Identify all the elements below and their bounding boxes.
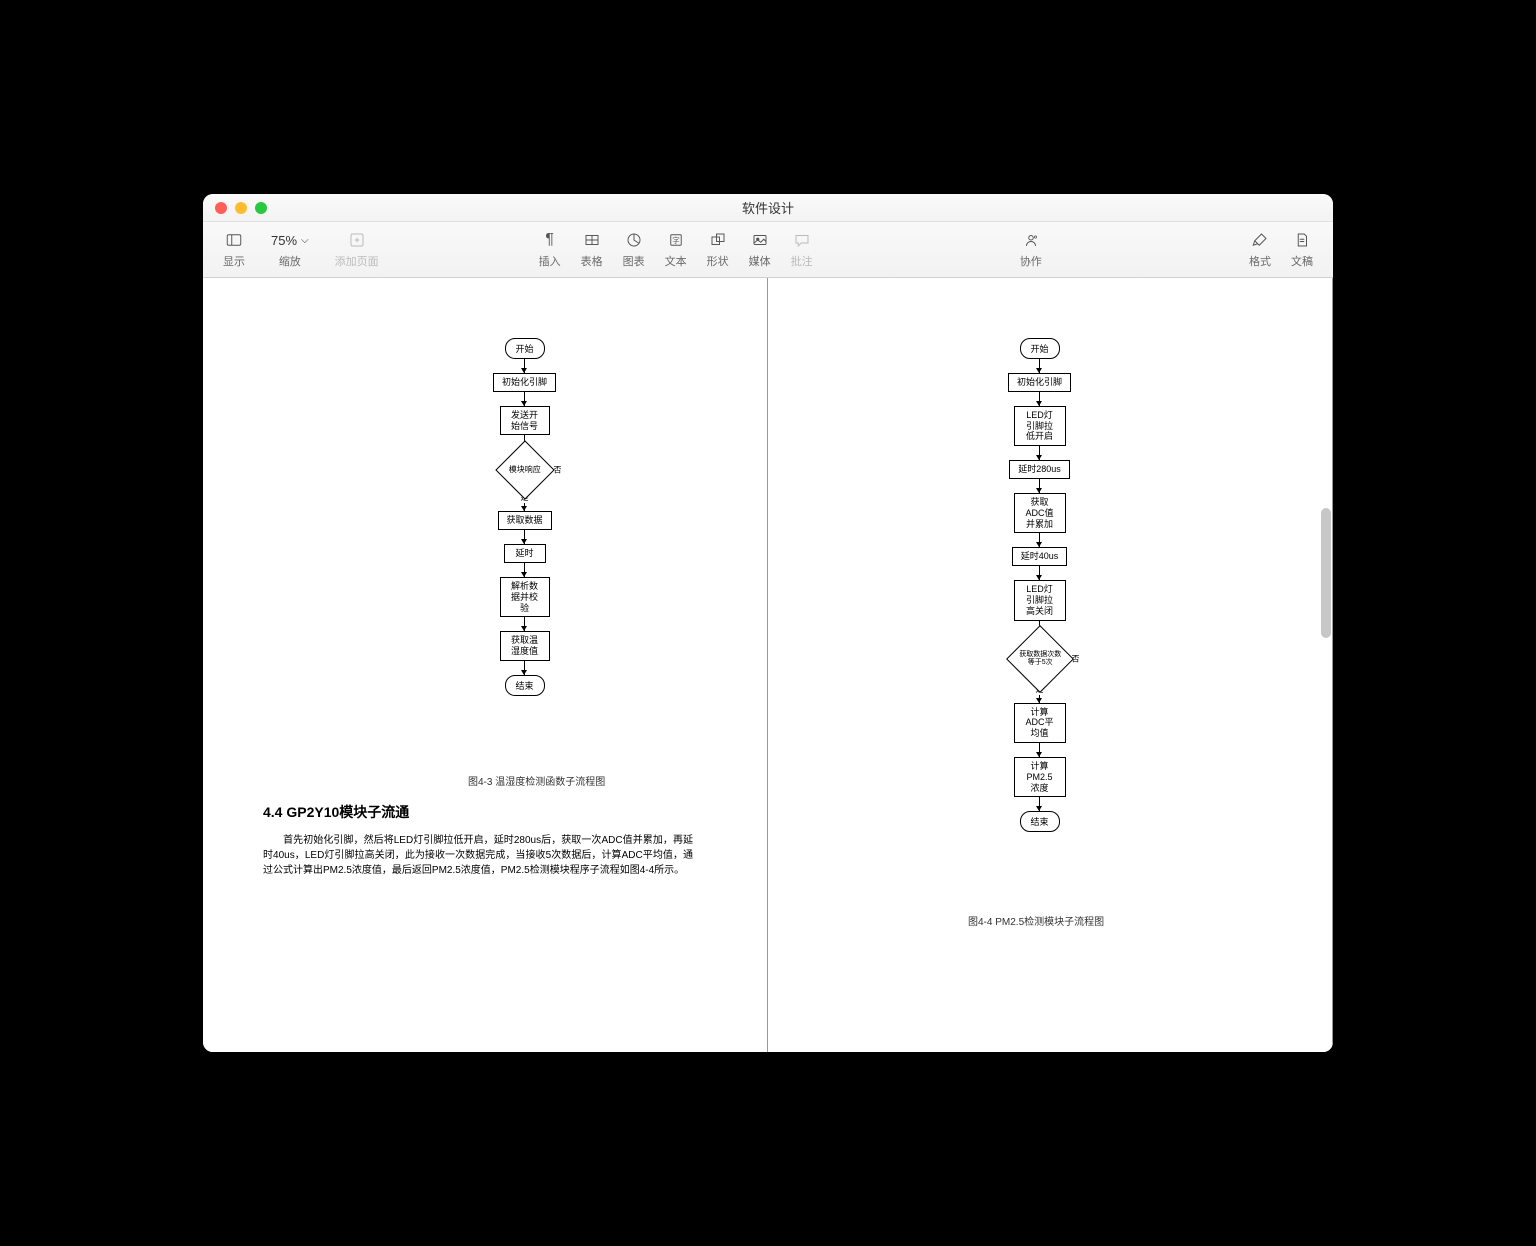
chart-button[interactable]: 图表	[613, 226, 655, 273]
paragraph: 首先初始化引脚，然后将LED灯引脚拉低开启，延时280us后，获取一次ADC值并…	[263, 833, 693, 878]
zoom-value: 75%	[271, 233, 297, 248]
annotation-button: 批注	[781, 226, 823, 273]
fc-no-label: 否	[1072, 653, 1080, 664]
fc-box: LED灯引脚拉低开启	[1014, 406, 1066, 446]
fc-box: 获取ADC值并累加	[1014, 493, 1066, 533]
fc-box: 初始化引脚	[493, 373, 556, 392]
sidebar-icon	[225, 230, 243, 250]
flowchart-left: 开始 初始化引脚 发送开始信号 模块响应 否 是 获取数据 延时 解析数据并校验…	[493, 338, 556, 696]
text-button[interactable]: 字 文本	[655, 226, 697, 273]
window-title: 软件设计	[203, 198, 1333, 217]
fc-box: 延时	[504, 544, 546, 563]
plus-page-icon	[348, 230, 366, 250]
shape-icon	[709, 230, 727, 250]
page-right: 开始 初始化引脚 LED灯引脚拉低开启 延时280us 获取ADC值并累加 延时…	[768, 278, 1333, 1052]
chart-icon	[625, 230, 643, 250]
fc-box: 计算ADC平均值	[1014, 703, 1066, 743]
chevron-down-icon: ⌵	[301, 235, 309, 246]
collaborate-button[interactable]: 协作	[1010, 226, 1052, 273]
fc-box: 延时40us	[1012, 547, 1068, 566]
table-button[interactable]: 表格	[571, 226, 613, 273]
table-icon	[583, 230, 601, 250]
fc-start: 开始	[505, 338, 545, 359]
fc-box: 计算PM2.5浓度	[1014, 757, 1066, 797]
fc-box: 初始化引脚	[1008, 373, 1071, 392]
titlebar: 软件设计	[203, 194, 1333, 222]
app-window: 软件设计 显示 75% ⌵ 缩放 添加页面 ¶ 插入	[203, 194, 1333, 1052]
shape-button[interactable]: 形状	[697, 226, 739, 273]
minimize-icon[interactable]	[235, 202, 247, 214]
media-button[interactable]: 媒体	[739, 226, 781, 273]
display-button[interactable]: 显示	[213, 226, 255, 273]
page-left: 开始 初始化引脚 发送开始信号 模块响应 否 是 获取数据 延时 解析数据并校验…	[203, 278, 768, 1052]
fc-box: LED灯引脚拉高关闭	[1014, 580, 1066, 620]
document-icon	[1293, 230, 1311, 250]
flowchart-caption: 图4-4 PM2.5检测模块子流程图	[968, 913, 1104, 928]
fc-decision: 模块响应 否	[504, 449, 546, 491]
fc-end: 结束	[1020, 811, 1060, 832]
fc-end: 结束	[505, 675, 545, 696]
close-icon[interactable]	[215, 202, 227, 214]
maximize-icon[interactable]	[255, 202, 267, 214]
fc-box: 获取温湿度值	[500, 631, 550, 661]
collaborate-icon	[1022, 230, 1040, 250]
flowchart-caption: 图4-3 温湿度检测函数子流程图	[468, 773, 605, 788]
brush-icon	[1251, 230, 1269, 250]
document-button[interactable]: 文稿	[1281, 226, 1323, 273]
format-button[interactable]: 格式	[1239, 226, 1281, 273]
insert-button[interactable]: ¶ 插入	[529, 226, 571, 273]
section-heading: 4.4 GP2Y10模块子流通	[263, 802, 409, 822]
toolbar: 显示 75% ⌵ 缩放 添加页面 ¶ 插入 表格	[203, 222, 1333, 278]
text-icon: 字	[667, 230, 685, 250]
traffic-lights	[203, 202, 267, 214]
zoom-select[interactable]: 75% ⌵ 缩放	[255, 227, 325, 273]
comment-icon	[793, 230, 811, 250]
document-area[interactable]: 开始 初始化引脚 发送开始信号 模块响应 否 是 获取数据 延时 解析数据并校验…	[203, 278, 1333, 1052]
scrollbar-thumb[interactable]	[1321, 508, 1331, 638]
fc-decision: 获取数据次数等于5次 否	[1016, 635, 1064, 683]
fc-start: 开始	[1020, 338, 1060, 359]
svg-text:字: 字	[672, 235, 680, 245]
fc-box: 发送开始信号	[500, 406, 550, 436]
fc-box: 延时280us	[1009, 460, 1070, 479]
fc-box: 解析数据并校验	[500, 577, 550, 617]
add-page-button: 添加页面	[325, 226, 389, 273]
media-icon	[751, 230, 769, 250]
pilcrow-icon: ¶	[545, 230, 554, 250]
fc-box: 获取数据	[498, 511, 552, 530]
flowchart-right: 开始 初始化引脚 LED灯引脚拉低开启 延时280us 获取ADC值并累加 延时…	[1008, 338, 1071, 832]
fc-no-label: 否	[554, 465, 562, 476]
